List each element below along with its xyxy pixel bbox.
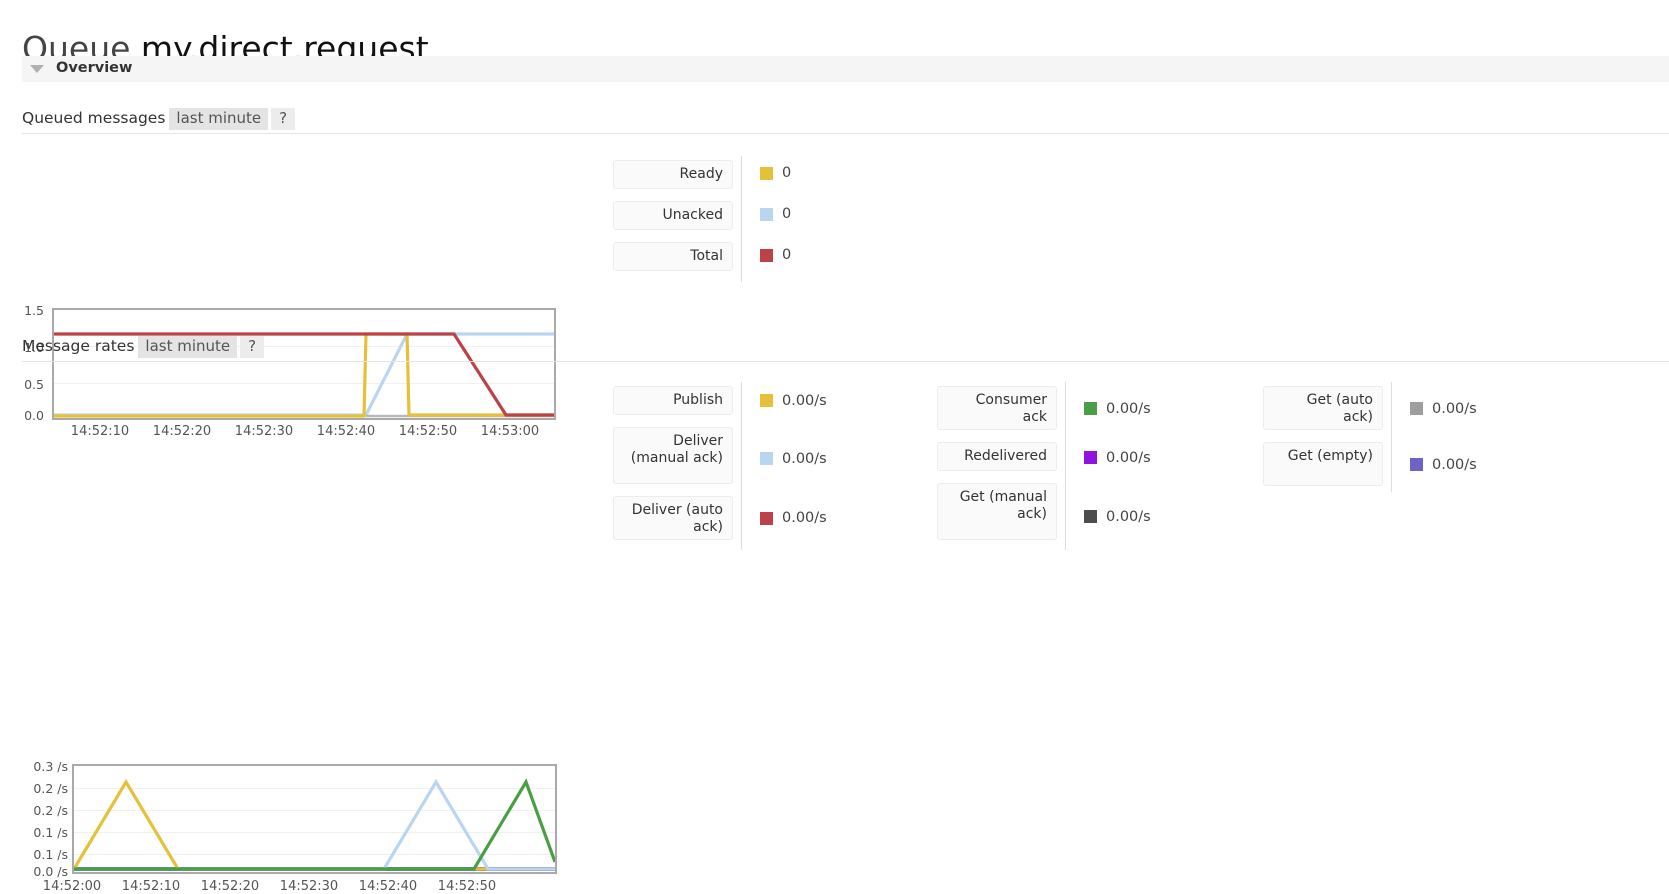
overview-section-label: Overview — [56, 60, 132, 76]
message-rates-legend-column-3: Get (auto ack) 0.00/s Get (empty) 0.00/s — [1258, 382, 1518, 492]
legend-swatch-consumer-ack — [1084, 402, 1097, 415]
legend-button-deliver-auto-ack[interactable]: Deliver (auto ack) — [613, 496, 733, 540]
legend-button-ready[interactable]: Ready — [613, 160, 733, 189]
legend-value-redelivered: 0.00/s — [1106, 450, 1151, 466]
legend-value-consumer-ack: 0.00/s — [1106, 401, 1151, 417]
queued-messages-title: Queued messages — [22, 109, 165, 127]
mr-ytick-1: 0.1 /s — [0, 849, 68, 861]
legend-button-get-manual-ack[interactable]: Get (manual ack) — [937, 483, 1057, 540]
legend-value-publish: 0.00/s — [782, 393, 827, 409]
legend-value-get-auto-ack: 0.00/s — [1432, 401, 1477, 417]
mr-ytick-2: 0.1 /s — [0, 827, 68, 839]
legend-swatch-deliver-auto-ack — [760, 512, 773, 525]
legend-swatch-publish — [760, 394, 773, 407]
legend-value-unacked: 0 — [782, 206, 791, 222]
mr-ytick-0: 0.0 /s — [0, 866, 68, 878]
queued-messages-help-icon[interactable]: ? — [271, 108, 295, 130]
message-rates-series-svg — [74, 766, 555, 872]
overview-section-header[interactable]: Overview — [22, 56, 1669, 82]
queued-messages-period-chip[interactable]: last minute — [169, 108, 268, 130]
legend-divider — [1391, 382, 1392, 492]
queued-messages-chart: 1.5 1.0 0.5 0.0 14:52:10 14:52:20 14:52:… — [0, 150, 600, 300]
legend-button-unacked[interactable]: Unacked — [613, 201, 733, 230]
legend-button-redelivered[interactable]: Redelivered — [937, 442, 1057, 471]
mr-ytick-4: 0.2 /s — [0, 783, 68, 795]
legend-swatch-get-empty — [1410, 458, 1423, 471]
queued-messages-subheader: Queued messageslast minute? — [22, 108, 1669, 134]
legend-button-deliver-manual-ack[interactable]: Deliver (manual ack) — [613, 427, 733, 484]
legend-swatch-unacked — [760, 208, 773, 221]
mr-ytick-5: 0.3 /s — [0, 761, 68, 773]
legend-button-publish[interactable]: Publish — [613, 386, 733, 415]
legend-button-get-auto-ack[interactable]: Get (auto ack) — [1263, 386, 1383, 430]
message-rates-help-icon[interactable]: ? — [240, 336, 264, 358]
triangle-down-icon[interactable] — [30, 65, 44, 73]
legend-button-get-empty[interactable]: Get (empty) — [1263, 442, 1383, 486]
legend-divider — [741, 156, 742, 282]
legend-swatch-redelivered — [1084, 451, 1097, 464]
message-rates-chart: 0.3 /s 0.2 /s 0.2 /s 0.1 /s 0.1 /s 0.0 /… — [0, 378, 600, 538]
mr-xtick-5: 14:52:50 — [419, 880, 515, 894]
legend-button-total[interactable]: Total — [613, 242, 733, 271]
series-consumer-ack-line — [74, 782, 555, 869]
legend-value-get-empty: 0.00/s — [1432, 457, 1477, 473]
legend-value-total: 0 — [782, 247, 791, 263]
mr-ytick-3: 0.2 /s — [0, 805, 68, 817]
message-rates-period-chip[interactable]: last minute — [138, 336, 237, 358]
legend-button-consumer-ack[interactable]: Consumer ack — [937, 386, 1057, 430]
message-rates-legend-column-2: Consumer ack 0.00/s Redelivered 0.00/s G… — [932, 382, 1192, 550]
queued-messages-legend: Ready 0 Unacked 0 Total 0 — [608, 156, 848, 282]
message-rates-title: Message rates — [22, 337, 134, 355]
legend-divider — [741, 382, 742, 550]
message-rates-legend-column-1: Publish 0.00/s Deliver (manual ack) 0.00… — [608, 382, 858, 550]
legend-value-deliver-manual-ack: 0.00/s — [782, 451, 827, 467]
legend-value-deliver-auto-ack: 0.00/s — [782, 510, 827, 526]
legend-swatch-total — [760, 249, 773, 262]
message-rates-subheader: Message rateslast minute? — [22, 336, 1669, 362]
message-rates-plot-area — [72, 764, 557, 874]
legend-swatch-deliver-manual-ack — [760, 452, 773, 465]
legend-divider — [1065, 382, 1066, 550]
legend-swatch-get-manual-ack — [1084, 510, 1097, 523]
qm-ytick-3: 1.5 — [0, 305, 44, 317]
legend-swatch-get-auto-ack — [1410, 402, 1423, 415]
legend-swatch-ready — [760, 167, 773, 180]
legend-value-ready: 0 — [782, 165, 791, 181]
legend-value-get-manual-ack: 0.00/s — [1106, 509, 1151, 525]
